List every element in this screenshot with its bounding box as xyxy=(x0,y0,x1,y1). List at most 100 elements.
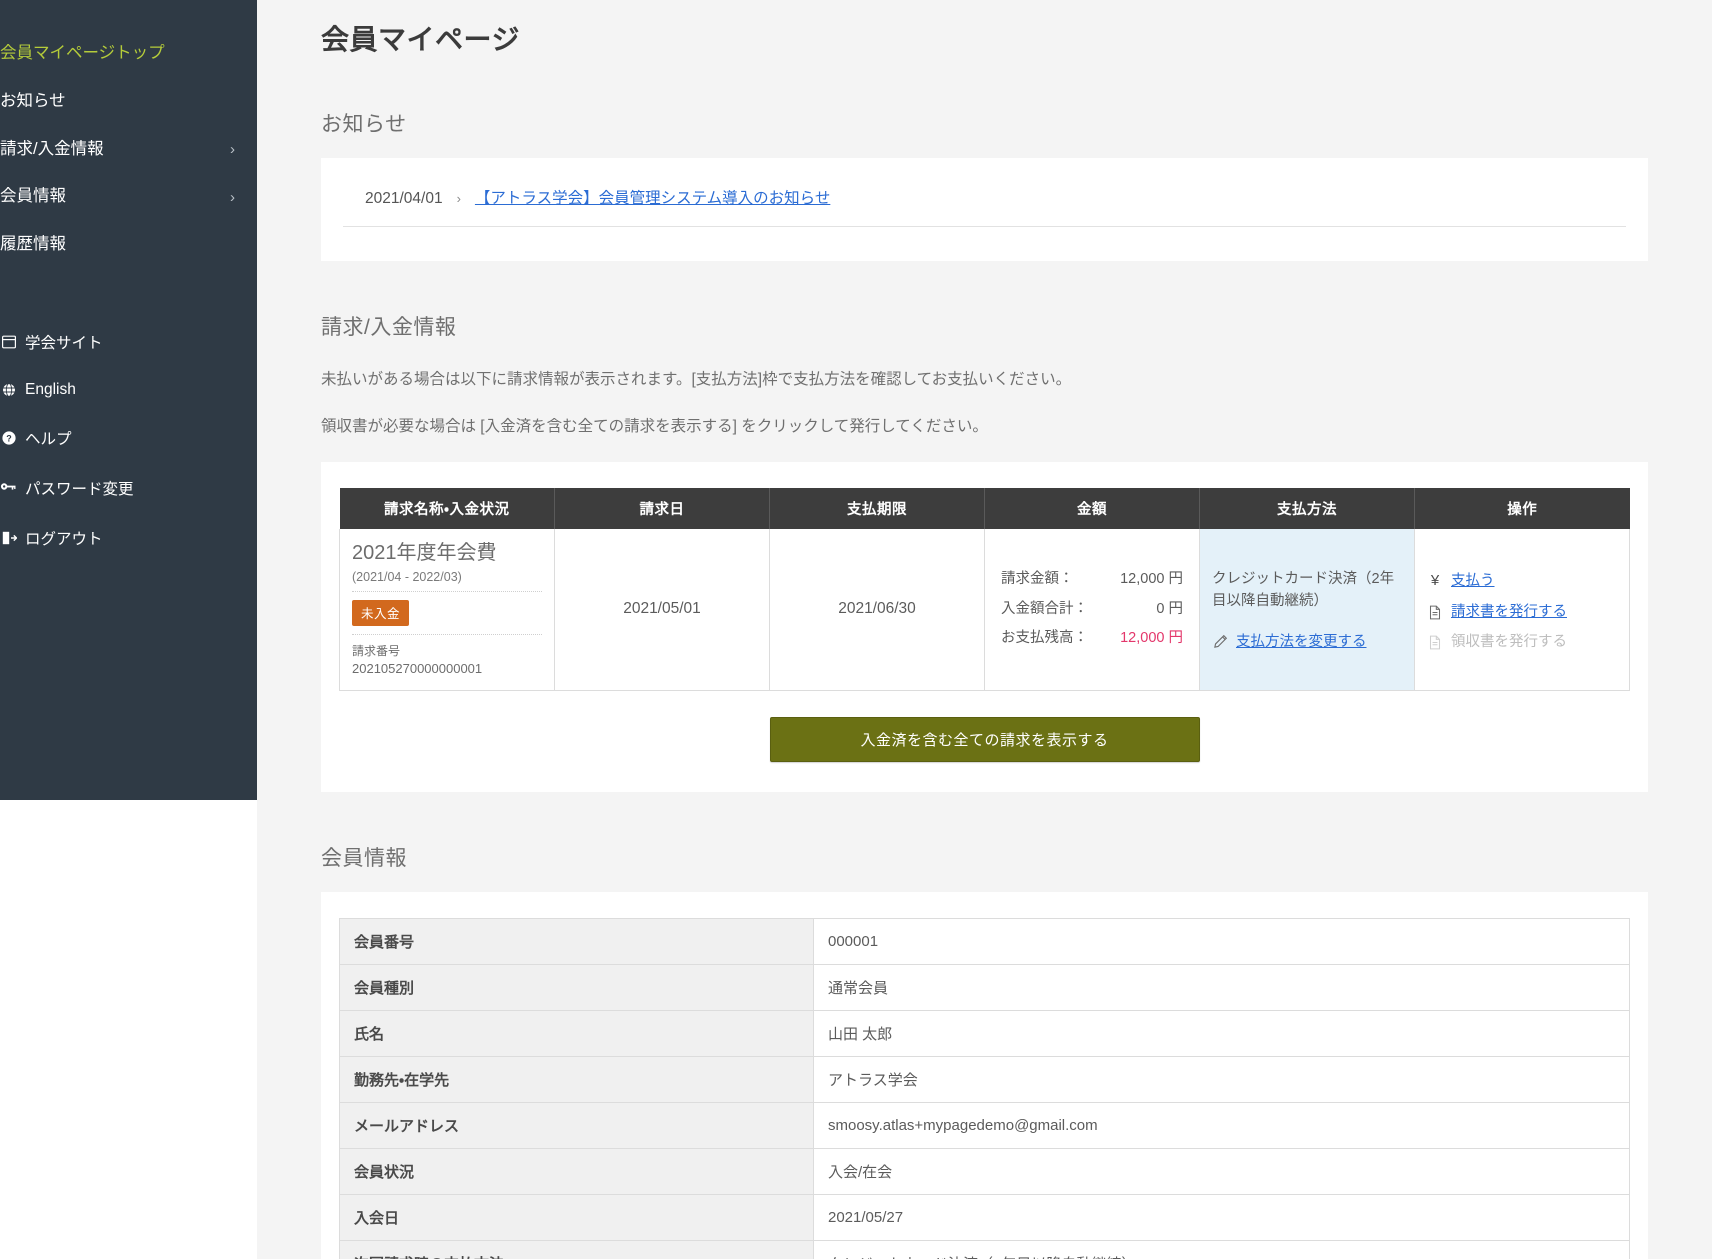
sidebar-item-label: 会員マイページトップ xyxy=(0,44,165,62)
billing-column-header-0: 請求名称・入金状況 xyxy=(339,487,555,529)
amount-value: 12,000 円 xyxy=(1120,630,1183,647)
sidebar-item-label: 請求/入金情報 xyxy=(0,139,104,158)
globe-icon xyxy=(0,381,17,398)
sidebar-util-1[interactable]: English xyxy=(0,367,257,413)
sidebar-util-label: ヘルプ xyxy=(25,430,72,448)
amount-row-2: お支払残高： 12,000 円 xyxy=(1001,624,1183,654)
billing-column-header-3: 金額 xyxy=(984,487,1200,529)
document-icon xyxy=(1427,635,1443,650)
sidebar-item-4[interactable]: 履歴情報 xyxy=(0,221,257,269)
sidebar-divider-gap xyxy=(0,269,257,317)
status-badge: 未入金 xyxy=(352,599,410,626)
member-info-row: 会員状況 入会/在会 xyxy=(339,1148,1630,1196)
invoice-period: (2021/04 - 2022/03) xyxy=(352,570,542,592)
invoice-number-label: 請求番号 xyxy=(352,643,401,658)
member-info-value: 入会/在会 xyxy=(813,1148,1630,1196)
billing-cell-name: 2021年度年会費 (2021/04 - 2022/03) 未入金 請求番号 2… xyxy=(339,528,555,692)
main-content: 会員マイページ お知らせ 2021/04/01 › 【アトラス学会】会員管理システム… xyxy=(257,0,1712,1259)
show-all-button-wrap: 入金済を含む全ての請求を表示する xyxy=(339,717,1630,763)
action-link[interactable]: 請求書を発行する xyxy=(1451,597,1567,627)
billing-column-header-5: 操作 xyxy=(1414,487,1630,529)
sidebar-util-2[interactable]: ? ヘルプ xyxy=(0,413,257,463)
member-info-value: 通常会員 xyxy=(813,964,1630,1012)
question-circle-icon: ? xyxy=(0,429,17,446)
member-info-label: 氏名 xyxy=(339,1010,814,1058)
member-info-row: 次回請求時の支払方法クレジットカード決済（2年目以降自動継続） xyxy=(339,1240,1630,1259)
amount-value: 12,000 円 xyxy=(1120,570,1183,587)
sidebar-item-2[interactable]: 請求/入金情報 › xyxy=(0,126,257,174)
billing-description-1: 未払いがある場合は以下に請求情報が表示されます。[支払方法]枠で支払方法を確認し… xyxy=(321,371,1072,388)
billing-column-header-4: 支払方法 xyxy=(1199,487,1415,529)
member-info-value: 山田 太郎 xyxy=(813,1010,1630,1058)
member-info-row: 勤務先・在学先 アトラス学会 xyxy=(339,1056,1630,1104)
action-row-2: 領収書を発行する xyxy=(1427,627,1617,657)
billing-cell-amount: 請求金額： 12,000 円入金額合計： 0 円お支払残高： 12,000 円 xyxy=(984,528,1200,692)
notice-item: 2021/04/01 › 【アトラス学会】会員管理システム導入のお知らせ xyxy=(343,186,1626,227)
invoice-title: 2021年度年会費 xyxy=(352,541,497,564)
billing-cell-payment-method: クレジットカード決済（2年目以降自動継続） 支払方法を変更する xyxy=(1199,528,1415,692)
billing-description-2: 領収書が必要な場合は [入金済を含む全ての請求を表示する] をクリックして発行し… xyxy=(321,418,988,436)
billing-cell-billing-date: 2021/05/01 xyxy=(554,528,770,692)
show-all-invoices-button[interactable]: 入金済を含む全ての請求を表示する xyxy=(769,717,1200,763)
chevron-right-icon: › xyxy=(230,188,235,206)
amount-label: 入金額合計： xyxy=(1001,600,1088,617)
sidebar-item-1[interactable]: お知らせ xyxy=(0,78,257,126)
member-info-label: 勤務先・在学先 xyxy=(339,1056,814,1104)
member-info-label: 会員状況 xyxy=(339,1148,814,1196)
member-info-row: 会員種別 通常会員 xyxy=(339,964,1630,1012)
amount-row-0: 請求金額： 12,000 円 xyxy=(1001,565,1183,595)
billing-table-row: 2021年度年会費 (2021/04 - 2022/03) 未入金 請求番号 2… xyxy=(339,528,1630,692)
sidebar-util-0[interactable]: 学会サイト xyxy=(0,317,257,367)
member-info-label: 会員番号 xyxy=(339,918,814,966)
member-info-value: アトラス学会 xyxy=(813,1056,1630,1104)
key-icon xyxy=(0,479,17,496)
sidebar-item-label: 会員情報 xyxy=(0,187,66,206)
sidebar-nav-list: 会員マイページトップ お知らせ 請求/入金情報 › 会員情報 › 履歴情報 xyxy=(0,30,257,269)
sidebar-util-3[interactable]: パスワード変更 xyxy=(0,463,257,513)
change-payment-method-link[interactable]: 支払方法を変更する xyxy=(1236,627,1367,657)
amount-row-1: 入金額合計： 0 円 xyxy=(1001,595,1183,625)
sidebar-util-list: 学会サイト English? ヘルプ パスワード変更 ログアウト xyxy=(0,317,257,563)
billing-heading: 請求/入金情報 xyxy=(321,316,457,339)
member-info-label: メールアドレス xyxy=(339,1102,814,1150)
pencil-icon xyxy=(1212,634,1228,649)
billing-cell-actions: ¥ 支払う 請求書を発行する領収書を発行する xyxy=(1414,528,1630,692)
sidebar-item-3[interactable]: 会員情報 › xyxy=(0,173,257,221)
member-info-table: 会員番号 000001 会員種別 通常会員 氏名 山田 太郎 勤務先・在学先 アトラス学会 メー… xyxy=(339,918,1630,1259)
svg-text:?: ? xyxy=(6,433,12,443)
sidebar-util-label: 学会サイト xyxy=(25,334,103,352)
sidebar-util-label: ログアウト xyxy=(25,530,103,548)
billing-card: 請求名称・入金状況 請求日 支払期限 金額 支払方法 操作 2021年度年会費 (2021… xyxy=(321,461,1648,793)
member-info-value: クレジットカード決済（2年目以降自動継続） xyxy=(813,1240,1630,1259)
yen-icon: ¥ xyxy=(1430,572,1440,590)
sidebar-util-label: English xyxy=(25,380,76,398)
window-icon xyxy=(0,333,17,350)
sign-out-icon xyxy=(0,529,17,546)
member-heading: 会員情報 xyxy=(321,847,407,871)
sidebar-item-label: お知らせ xyxy=(0,91,66,110)
member-info-value: 2021/05/27 xyxy=(813,1194,1630,1242)
page-title: 会員マイページ xyxy=(321,24,520,55)
action-link: 領収書を発行する xyxy=(1451,634,1567,651)
amount-label: 請求金額： xyxy=(1001,570,1074,587)
member-info-label: 入会日 xyxy=(339,1194,814,1242)
member-info-row: 入会日 2021/05/27 xyxy=(339,1194,1630,1242)
notice-date: 2021/04/01 xyxy=(365,190,443,207)
action-row-1[interactable]: 請求書を発行する xyxy=(1427,597,1617,627)
sidebar: 会員マイページトップ お知らせ 請求/入金情報 › 会員情報 › 履歴情報 学会サイト Eng… xyxy=(0,0,257,800)
member-info-label: 会員種別 xyxy=(339,964,814,1012)
sidebar-util-4[interactable]: ログアウト xyxy=(0,513,257,563)
billing-cell-due-date: 2021/06/30 xyxy=(769,528,985,692)
billing-table-header-row: 請求名称・入金状況 請求日 支払期限 金額 支払方法 操作 xyxy=(339,487,1630,529)
sidebar-item-0[interactable]: 会員マイページトップ xyxy=(0,30,257,78)
page-root: 会員マイページトップ お知らせ 請求/入金情報 › 会員情報 › 履歴情報 学会サイト Eng… xyxy=(0,0,1712,1259)
document-icon xyxy=(1427,605,1443,620)
member-card: 会員番号 000001 会員種別 通常会員 氏名 山田 太郎 勤務先・在学先 アトラス学会 メー… xyxy=(321,892,1648,1259)
member-info-value: 000001 xyxy=(813,918,1630,966)
member-info-row: メールアドレス smoosy.atlas+mypagedemo@gmail.com xyxy=(339,1102,1630,1150)
action-row-0[interactable]: ¥ 支払う xyxy=(1427,565,1617,597)
notice-link[interactable]: 【アトラス学会】会員管理システム導入のお知らせ xyxy=(475,186,830,208)
action-link[interactable]: 支払う xyxy=(1451,566,1495,596)
billing-column-header-2: 支払期限 xyxy=(769,487,985,529)
change-payment-method-row[interactable]: 支払方法を変更する xyxy=(1212,627,1402,657)
